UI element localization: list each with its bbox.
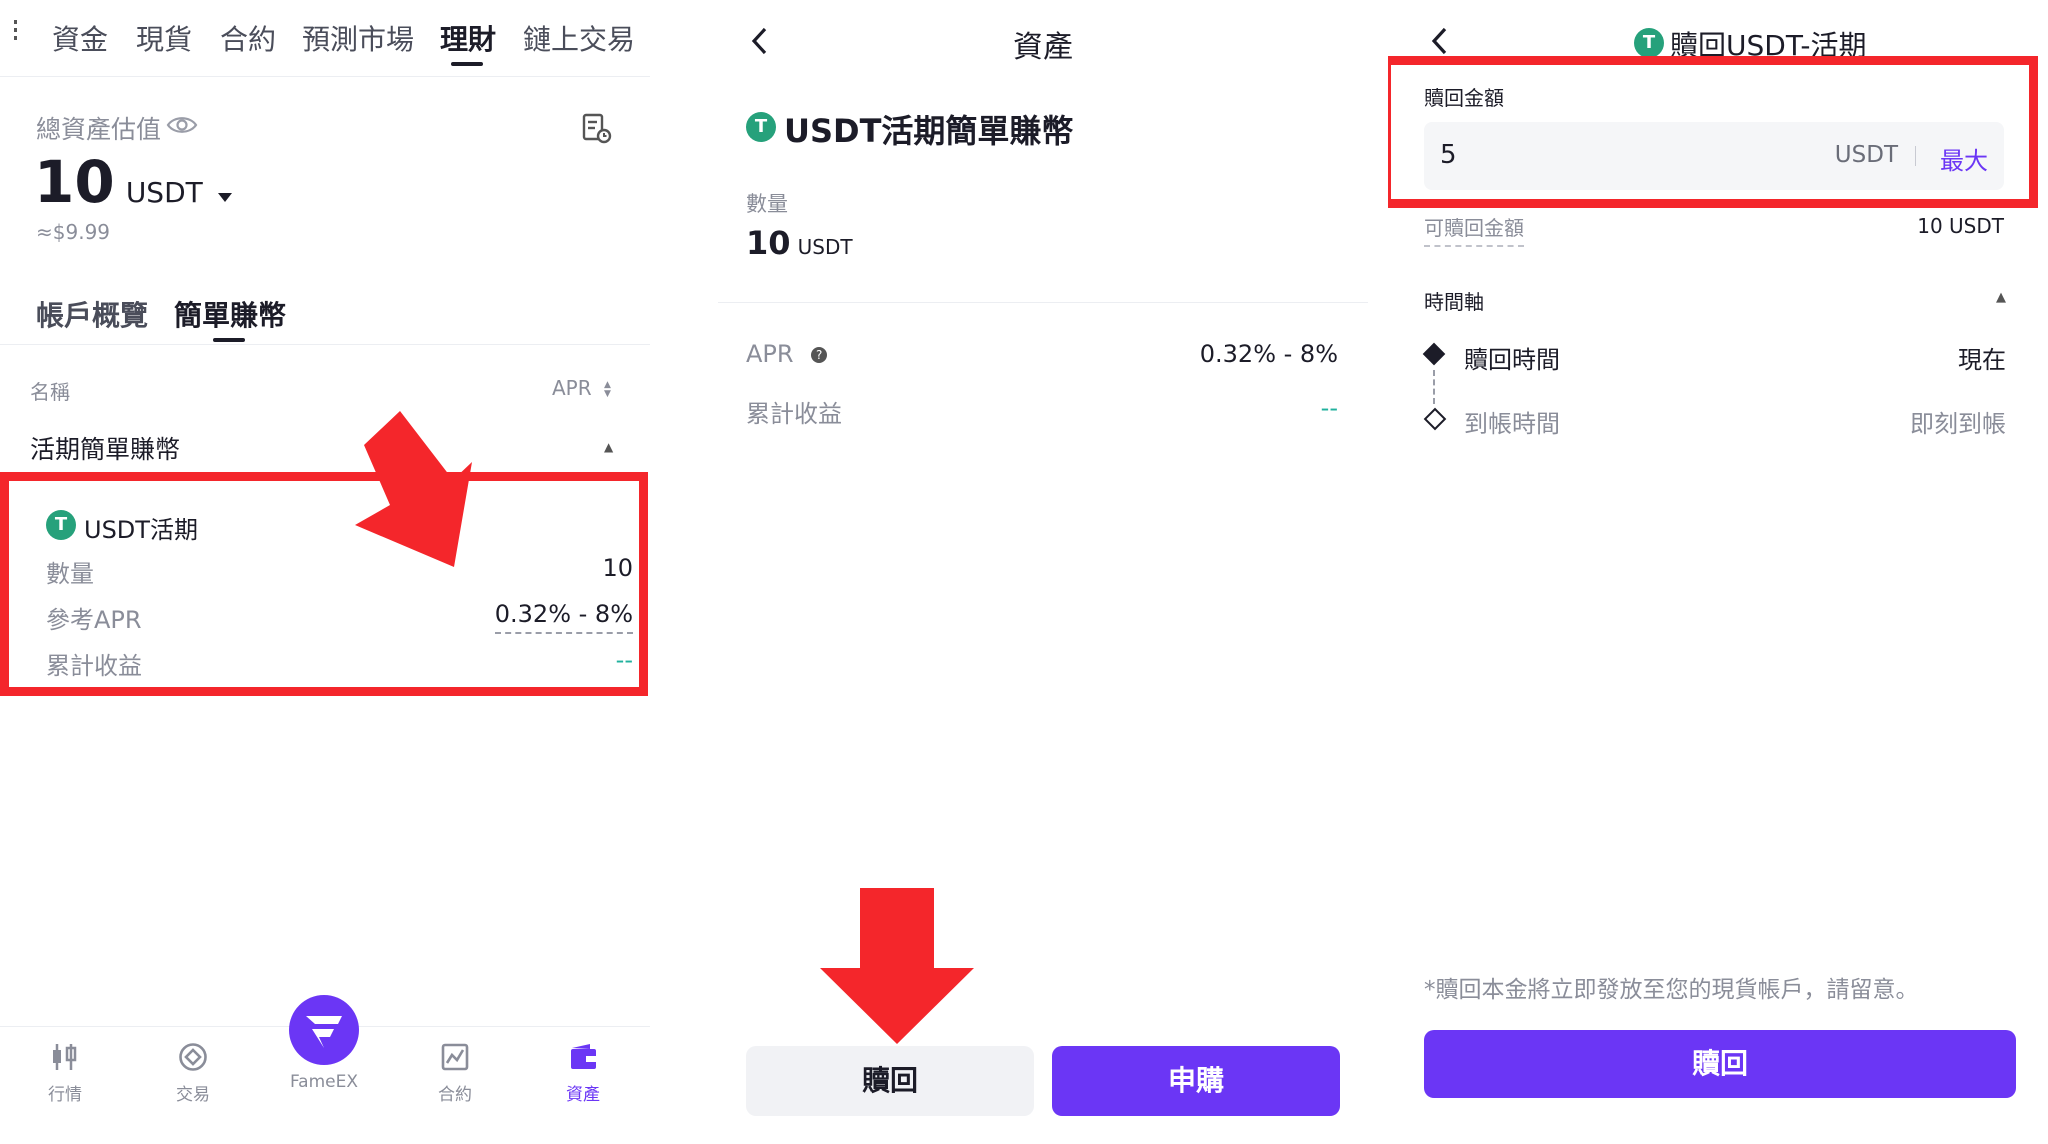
apr-label: APR: [746, 340, 794, 368]
total-unit[interactable]: USDT: [126, 176, 203, 209]
nav-trade[interactable]: 交易: [148, 1042, 238, 1105]
records-icon[interactable]: [580, 112, 612, 144]
total-amount: 10: [34, 148, 115, 216]
quantity-value: 10: [746, 224, 791, 262]
subscribe-button[interactable]: 申購: [1052, 1046, 1340, 1116]
column-apr-header[interactable]: APR ▲ ▼: [552, 376, 611, 400]
total-asset-value: 10 USDT: [34, 148, 232, 216]
usdt-coin-icon: [746, 112, 776, 142]
timeline-connector: [1433, 370, 1435, 404]
nav-label: 合約: [438, 1085, 472, 1105]
section-flexible-earn-title: 活期簡單賺幣: [30, 435, 181, 464]
nav-label: FameEX: [289, 1072, 359, 1092]
tab-earn[interactable]: 理財: [440, 18, 496, 58]
back-icon[interactable]: [1430, 26, 1450, 56]
confirm-redeem-button[interactable]: 贖回: [1424, 1030, 2016, 1098]
nav-markets[interactable]: 行情: [20, 1042, 110, 1105]
redeem-time-value: 現在: [1958, 346, 2006, 374]
tab-futures[interactable]: 合約: [220, 18, 276, 58]
divider: [0, 76, 650, 77]
asset-detail-screen: 資產 USDT活期簡單賺幣 數量 10 USDT APR ? 0.32% - 8…: [718, 0, 1368, 1144]
nav-label: 資產: [566, 1085, 600, 1105]
available-amount-label[interactable]: 可贖回金額: [1424, 212, 1524, 247]
apr-header-label: APR: [552, 376, 592, 400]
highlight-box: [1388, 56, 2038, 208]
nav-futures[interactable]: 合約: [410, 1042, 500, 1105]
timeline-node-outline-icon: [1423, 407, 1447, 431]
collapse-icon[interactable]: ▲: [604, 440, 613, 454]
active-subtab-indicator: [213, 338, 245, 342]
timeline-node-filled-icon: [1422, 342, 1446, 366]
trade-icon: [179, 1043, 207, 1071]
pointing-arrow-icon: [820, 888, 974, 1044]
total-usd-value: ≈$9.99: [36, 220, 111, 244]
apr-value: 0.32% - 8%: [1199, 340, 1338, 368]
nav-label: 行情: [48, 1085, 82, 1105]
help-icon[interactable]: ?: [811, 347, 828, 363]
available-amount-value: 10 USDT: [1917, 214, 2004, 238]
usdt-coin-icon: [1634, 28, 1664, 58]
tab-overflow-indicator: [14, 20, 18, 42]
cumulative-earnings-label: 累計收益: [746, 400, 842, 428]
nav-assets[interactable]: 資產: [538, 1042, 628, 1105]
redeem-button[interactable]: 贖回: [746, 1046, 1034, 1116]
arrival-time-value: 即刻到帳: [1910, 410, 2006, 438]
candlestick-icon: [53, 1044, 77, 1070]
product-title: USDT活期簡單賺幣: [784, 112, 1074, 150]
caret-down-icon[interactable]: [217, 193, 232, 202]
nav-label: 交易: [176, 1085, 210, 1105]
divider: [0, 344, 650, 345]
quantity-display: 10 USDT: [746, 224, 853, 262]
collapse-icon[interactable]: ▲: [1996, 290, 2006, 305]
sort-icon[interactable]: ▲ ▼: [604, 380, 611, 399]
fameex-logo-icon: [289, 995, 359, 1065]
divider: [718, 302, 1368, 303]
eye-icon[interactable]: [166, 114, 198, 136]
futures-chart-icon: [441, 1043, 469, 1071]
nav-fameex[interactable]: FameEX: [279, 994, 369, 1092]
quantity-label: 數量: [746, 192, 788, 216]
page-title: 資產: [1013, 30, 1073, 65]
redeem-screen: 贖回USDT-活期 贖回金額 5 USDT 最大 可贖回金額 10 USDT 時…: [1388, 0, 2048, 1144]
tab-onchain-trade[interactable]: 鏈上交易: [523, 18, 635, 58]
wallet-icon: [571, 1044, 596, 1069]
assets-earn-screen: 資金 現貨 合約 預測市場 理財 鏈上交易 總資產估值 10 USDT ≈$9.…: [0, 0, 650, 1144]
tab-spot[interactable]: 現貨: [136, 18, 192, 58]
active-tab-indicator: [451, 62, 483, 66]
redeem-notice: *贖回本金將立即發放至您的現貨帳戶，請留意。: [1424, 977, 1919, 1003]
total-assets-label: 總資產估值: [36, 115, 162, 144]
apr-row-label: APR ?: [746, 340, 828, 368]
tab-prediction-market[interactable]: 預測市場: [302, 18, 414, 58]
arrival-time-label: 到帳時間: [1464, 410, 1560, 438]
highlight-box: [0, 472, 648, 696]
redeem-time-label: 贖回時間: [1464, 346, 1560, 374]
cumulative-earnings-value: --: [1320, 394, 1338, 422]
column-name-header: 名稱: [30, 380, 70, 404]
pointing-arrow-icon: [355, 411, 472, 567]
subtab-account-overview[interactable]: 帳戶概覽: [36, 294, 148, 334]
quantity-unit: USDT: [797, 235, 853, 259]
tab-funds[interactable]: 資金: [52, 18, 108, 58]
timeline-label: 時間軸: [1424, 290, 1484, 314]
subtab-simple-earn[interactable]: 簡單賺幣: [174, 294, 286, 334]
